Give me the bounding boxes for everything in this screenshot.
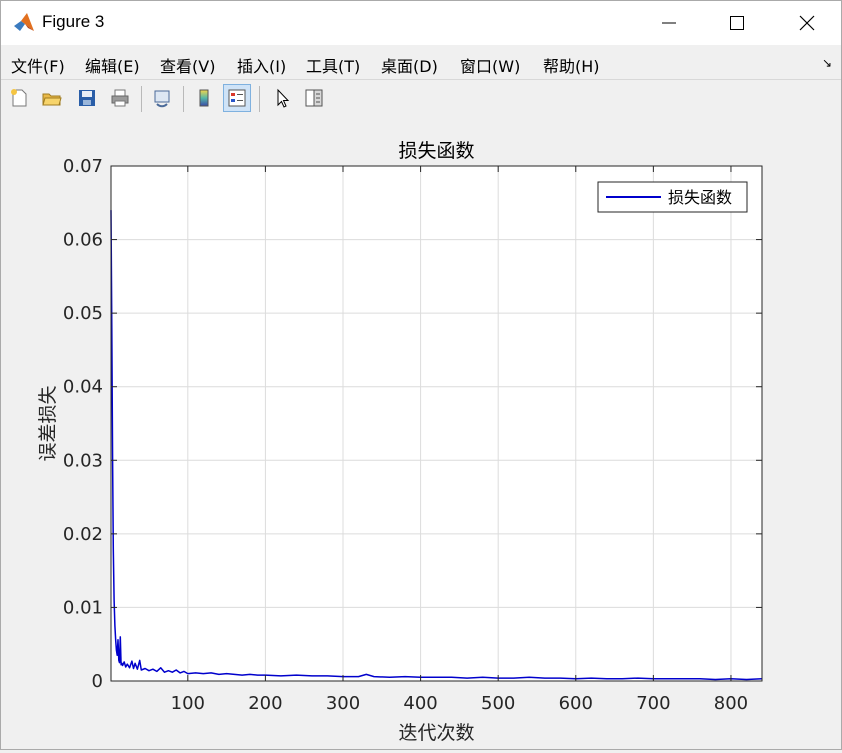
- minimize-button[interactable]: [646, 1, 692, 45]
- matlab-icon: [13, 12, 35, 34]
- x-tick-label: 700: [636, 693, 670, 714]
- figure-toolbar: [1, 79, 841, 119]
- menu-tools[interactable]: 工具(T): [306, 53, 360, 77]
- menu-bar: 文件(F) 编辑(E) 查看(V) 插入(I) 工具(T) 桌面(D) 窗口(W…: [1, 45, 841, 79]
- x-tick-label: 600: [559, 693, 593, 714]
- print-icon[interactable]: [107, 85, 133, 111]
- y-tick-label: 0.04: [63, 377, 103, 398]
- chart-title: 损失函数: [398, 140, 474, 162]
- y-tick-label: 0.02: [63, 524, 103, 545]
- x-tick-label: 200: [248, 693, 282, 714]
- minimize-icon: [662, 22, 676, 24]
- close-icon: [799, 15, 815, 31]
- y-tick-label: 0.03: [63, 450, 103, 471]
- menu-help[interactable]: 帮助(H): [543, 53, 600, 77]
- toolbar-separator: [259, 86, 260, 112]
- new-figure-icon[interactable]: [6, 85, 32, 111]
- maximize-button[interactable]: [714, 1, 760, 45]
- loss-chart: 100 200 300 400 500 600 700 800 0 0.01 0.02 0.03 0.0…: [37, 140, 763, 744]
- maximize-icon: [730, 16, 744, 30]
- figure-canvas: 100 200 300 400 500 600 700 800 0 0.01 0.02 0.03 0.0…: [1, 118, 841, 749]
- save-icon[interactable]: [74, 85, 100, 111]
- plot-area: [111, 166, 762, 681]
- x-tick-label: 800: [714, 693, 748, 714]
- x-tick-label: 100: [171, 693, 205, 714]
- y-tick-label: 0.01: [63, 597, 103, 618]
- menu-window[interactable]: 窗口(W): [460, 53, 520, 77]
- y-tick-label: 0.05: [63, 303, 103, 324]
- menu-view[interactable]: 查看(V): [160, 53, 215, 77]
- x-tick-label: 300: [326, 693, 360, 714]
- colorbar-icon[interactable]: [191, 85, 217, 111]
- property-inspector-icon[interactable]: [301, 85, 327, 111]
- y-tick-label: 0.06: [63, 230, 103, 251]
- legend[interactable]: 损失函数: [597, 181, 748, 213]
- y-tick-label: 0: [92, 671, 103, 692]
- legend-label: 损失函数: [668, 188, 732, 207]
- figure-window: Figure 3 文件(F) 编辑(E) 查看(V) 插入(I) 工具(T) 桌…: [0, 0, 842, 750]
- menu-edit[interactable]: 编辑(E): [85, 53, 140, 77]
- menu-insert[interactable]: 插入(I): [237, 53, 286, 77]
- y-axis-label: 误差损失: [37, 385, 59, 461]
- toolbar-separator: [183, 86, 184, 112]
- dock-arrow-icon[interactable]: ↘: [822, 56, 832, 70]
- link-plot-icon[interactable]: [149, 85, 175, 111]
- close-button[interactable]: [784, 1, 830, 45]
- x-tick-label: 400: [403, 693, 437, 714]
- window-title: Figure 3: [42, 12, 105, 31]
- x-tick-label: 500: [481, 693, 515, 714]
- menu-desktop[interactable]: 桌面(D): [381, 53, 438, 77]
- title-bar: Figure 3: [1, 1, 841, 45]
- y-tick-label: 0.07: [63, 156, 103, 177]
- toolbar-separator: [141, 86, 142, 112]
- menu-file[interactable]: 文件(F): [11, 53, 65, 77]
- pointer-icon[interactable]: [269, 85, 295, 111]
- x-axis-label: 迭代次数: [398, 722, 474, 744]
- open-file-icon[interactable]: [39, 85, 65, 111]
- legend-icon[interactable]: [223, 84, 251, 112]
